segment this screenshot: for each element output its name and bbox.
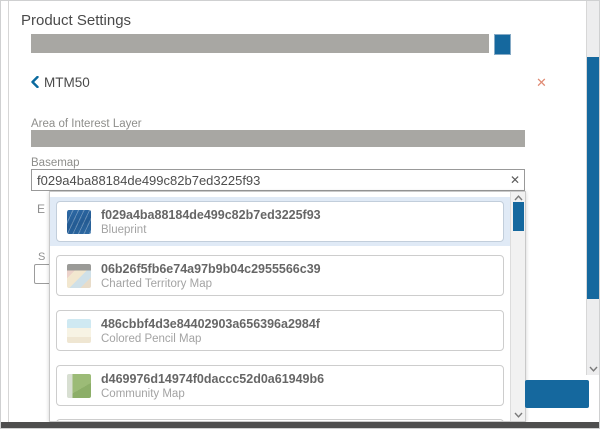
product-name-field-redacted[interactable] (31, 34, 489, 53)
basemap-id: d469976d14974f0daccc52d0a61949b6 (101, 372, 324, 386)
clear-icon[interactable]: ✕ (510, 173, 520, 187)
color-swatch[interactable] (494, 34, 511, 55)
window-scrollbar[interactable] (586, 1, 599, 375)
page-overlay-band (1, 422, 600, 429)
basemap-id: f029a4ba88184de499c82b7ed3225f93 (101, 208, 321, 222)
aoi-label: Area of Interest Layer (31, 118, 142, 130)
primary-action-button[interactable] (525, 380, 589, 408)
dropdown-scrollbar-thumb[interactable] (513, 202, 524, 231)
scroll-down-icon[interactable] (589, 366, 598, 372)
basemap-id: 06b26f5fb6e74a97b9b04c2955566c39 (101, 262, 321, 276)
basemap-id: 486cbbf4d3e84402903a656396a2984f (101, 317, 320, 331)
list-item-charted-territory[interactable]: 06b26f5fb6e74a97b9b04c2955566c39 Charted… (56, 255, 504, 296)
aoi-input-redacted[interactable] (31, 130, 525, 147)
obscured-label-fragment: E (37, 202, 45, 216)
basemap-name: Colored Pencil Map (101, 333, 201, 345)
charted-territory-map-thumbnail-icon (67, 264, 91, 288)
back-label: MTM50 (44, 75, 90, 90)
obscured-label-fragment: S (38, 251, 45, 263)
basemap-name: Blueprint (101, 224, 146, 236)
basemap-label: Basemap (31, 157, 80, 169)
scroll-down-icon[interactable] (514, 412, 523, 418)
chevron-left-icon (31, 76, 39, 88)
product-settings-dialog: Product Settings MTM50 ✕ Area of Interes… (0, 0, 600, 429)
scroll-up-icon[interactable] (514, 195, 523, 201)
community-map-thumbnail-icon (67, 374, 91, 398)
blueprint-map-thumbnail-icon (67, 210, 91, 234)
list-item-blueprint[interactable]: f029a4ba88184de499c82b7ed3225f93 Bluepri… (56, 201, 504, 242)
basemap-dropdown: f029a4ba88184de499c82b7ed3225f93 Bluepri… (49, 191, 526, 422)
basemap-input[interactable]: f029a4ba88184de499c82b7ed3225f93 ✕ (31, 169, 525, 191)
list-item-community[interactable]: d469976d14974f0daccc52d0a61949b6 Communi… (56, 365, 504, 406)
close-icon[interactable]: ✕ (536, 76, 547, 89)
list-item-colored-pencil[interactable]: 486cbbf4d3e84402903a656396a2984f Colored… (56, 310, 504, 351)
basemap-name: Charted Territory Map (101, 278, 212, 290)
basemap-name: Community Map (101, 388, 185, 400)
window-scrollbar-thumb[interactable] (587, 57, 599, 299)
back-button[interactable]: MTM50 (31, 74, 90, 90)
dropdown-scrollbar[interactable] (510, 192, 525, 421)
page-title: Product Settings (21, 12, 131, 29)
colored-pencil-map-thumbnail-icon (67, 319, 91, 343)
basemap-input-value: f029a4ba88184de499c82b7ed3225f93 (37, 173, 260, 188)
panel-left-border (8, 1, 9, 422)
